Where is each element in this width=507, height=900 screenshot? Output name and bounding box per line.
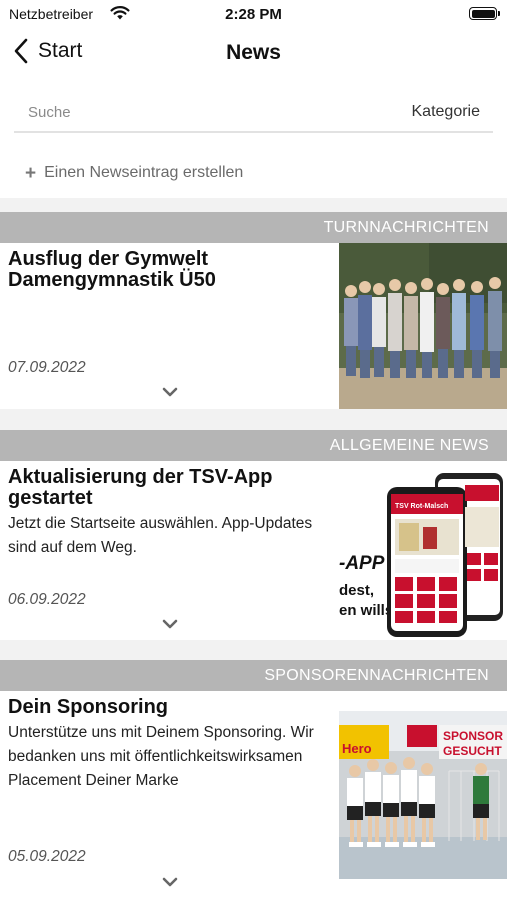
- plus-icon: +: [25, 162, 37, 184]
- create-news-label: Einen Newseintrag erstellen: [44, 164, 244, 181]
- news-card[interactable]: SPONSORENNACHRICHTEN Dein Sponsoring Unt…: [0, 660, 507, 900]
- search-input[interactable]: [14, 98, 314, 126]
- image-text-app: -APP: [339, 553, 385, 574]
- news-image: -APP dest, en willst! TSV Rot-Malsch: [339, 461, 507, 640]
- news-card[interactable]: ALLGEMEINE NEWS Aktualisierung der TSV-A…: [0, 430, 507, 640]
- news-title: Dein Sponsoring: [8, 696, 168, 718]
- status-bar: Netzbetreiber 2:28 PM: [0, 0, 507, 30]
- news-date: 06.09.2022: [8, 591, 86, 608]
- news-title: Aktualisierung der TSV-App gestartet: [8, 466, 273, 509]
- image-text-banner-right-1: SPONSOR: [443, 729, 503, 743]
- news-category-label: SPONSORENNACHRICHTEN: [0, 660, 507, 691]
- clock-label: 2:28 PM: [225, 6, 282, 23]
- battery-icon: [469, 7, 500, 20]
- expand-chevron-icon[interactable]: [162, 619, 178, 629]
- image-text-banner-left: Hero: [342, 741, 372, 756]
- image-text-screen-header: TSV Rot-Malsch: [395, 503, 448, 510]
- expand-chevron-icon[interactable]: [162, 387, 178, 397]
- create-news-button[interactable]: + Einen Newseintrag erstellen: [0, 148, 507, 198]
- news-teaser: Unterstütze uns mit Deinem Sponsoring. W…: [8, 724, 314, 789]
- back-label: Start: [38, 39, 83, 62]
- category-filter-button[interactable]: Kategorie: [412, 103, 481, 121]
- search-bar: Kategorie: [0, 78, 507, 148]
- news-title: Ausflug der Gymwelt Damengymnastik Ü50: [8, 248, 216, 291]
- search-underline: [14, 131, 493, 133]
- expand-chevron-icon[interactable]: [162, 877, 178, 887]
- back-button[interactable]: Start: [14, 38, 82, 64]
- news-image: Hero SPONSOR GESUCHT: [339, 711, 507, 879]
- news-category-label: ALLGEMEINE NEWS: [0, 430, 507, 461]
- news-image: [339, 243, 507, 409]
- news-date: 05.09.2022: [8, 848, 86, 865]
- news-date: 07.09.2022: [8, 359, 86, 376]
- image-text-line2: dest,: [339, 582, 374, 599]
- news-teaser: Jetzt die Startseite auswählen. App-Upda…: [8, 515, 313, 556]
- news-card[interactable]: TURNNACHRICHTEN Ausflug der Gymwelt Dame…: [0, 212, 507, 409]
- chevron-left-icon: [14, 38, 28, 64]
- news-category-label: TURNNACHRICHTEN: [0, 212, 507, 243]
- image-text-banner-right-2: GESUCHT: [443, 744, 502, 758]
- nav-bar: Start News: [0, 30, 507, 78]
